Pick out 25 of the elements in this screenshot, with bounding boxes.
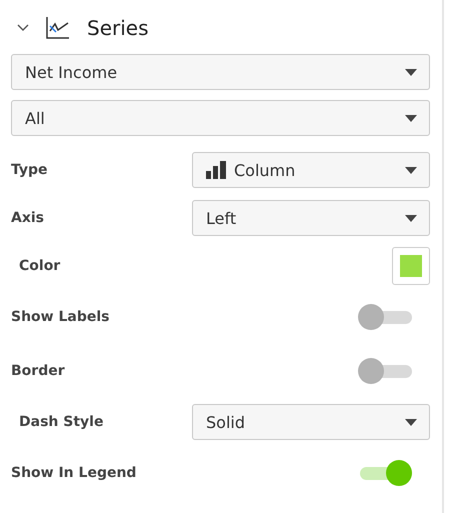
section-title: Series (87, 16, 149, 40)
field-label: Border (11, 363, 65, 379)
dropdown[interactable]: Left (192, 200, 430, 236)
field-label: Show Labels (11, 309, 110, 325)
caret-icon (405, 166, 417, 174)
toggle-switch[interactable] (358, 460, 412, 486)
bar-chart-icon (206, 161, 227, 179)
dropdown[interactable]: Net Income (11, 54, 430, 90)
field-label: Dash Style (19, 414, 104, 430)
field-label: Show In Legend (11, 465, 136, 481)
chevron-icon[interactable] (17, 24, 29, 32)
caret-icon (405, 68, 417, 76)
field-label: Color (19, 258, 60, 274)
dropdown[interactable]: All (11, 100, 430, 136)
toggle-switch[interactable] (358, 358, 412, 384)
caret-icon (405, 214, 417, 222)
dropdown[interactable]: Column (192, 152, 430, 188)
line-chart-icon (46, 17, 70, 39)
caret-icon (405, 418, 417, 426)
caret-icon (405, 114, 417, 122)
color-picker[interactable] (392, 247, 430, 285)
toggle-switch[interactable] (358, 304, 412, 330)
field-label: Type (11, 162, 48, 178)
dropdown[interactable]: Solid (192, 404, 430, 440)
field-label: Axis (11, 210, 44, 226)
